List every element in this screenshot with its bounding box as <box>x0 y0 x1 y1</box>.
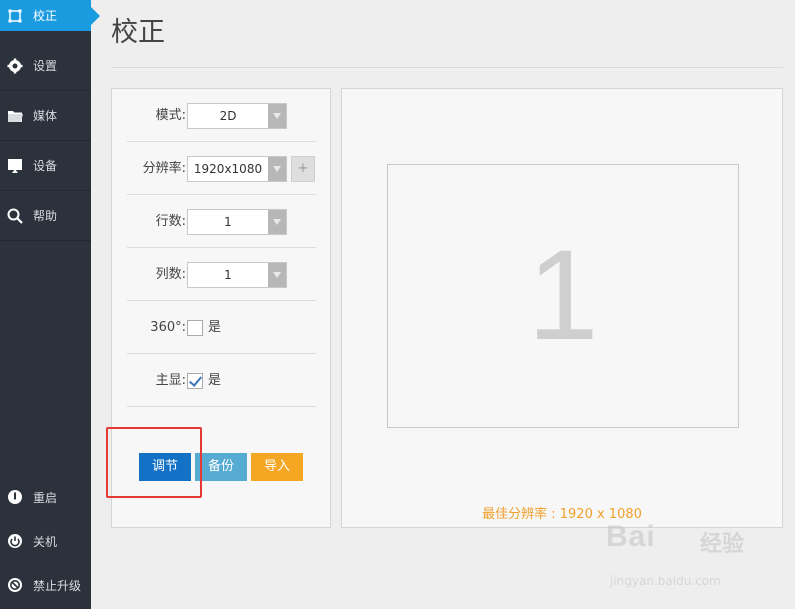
search-icon <box>0 208 30 224</box>
backup-button[interactable]: 备份 <box>195 453 247 481</box>
screen-preview[interactable]: 1 <box>387 164 739 428</box>
primary-row: 主显: 是 <box>127 354 316 407</box>
sidebar-item-settings[interactable]: 设置 <box>0 41 91 91</box>
chevron-down-icon[interactable] <box>268 263 286 287</box>
add-resolution-button[interactable]: + <box>291 156 315 182</box>
panorama-row: 360°: 是 <box>127 301 316 354</box>
import-button[interactable]: 导入 <box>251 453 303 481</box>
folder-icon <box>0 109 30 123</box>
cols-label: 列数: <box>155 267 186 282</box>
sidebar-item-label: 设备 <box>33 159 58 173</box>
sidebar-item-calibrate[interactable]: 校正 <box>0 0 100 31</box>
sidebar-item-media[interactable]: 媒体 <box>0 91 91 141</box>
sidebar-item-label: 关机 <box>33 534 58 549</box>
restart-icon <box>0 489 30 505</box>
mode-value: 2D <box>219 109 237 123</box>
preview-panel: 1 最佳分辨率 : 1920 x 1080 <box>341 88 783 528</box>
sidebar-item-restart[interactable]: 重启 <box>0 475 91 519</box>
primary-checkbox[interactable] <box>187 373 203 389</box>
watermark: Bai 经验 jingyan.baidu.com <box>606 520 756 600</box>
mode-label: 模式: <box>155 108 186 123</box>
chevron-down-icon[interactable] <box>268 157 286 181</box>
watermark-url: jingyan.baidu.com <box>610 574 721 588</box>
sidebar-item-help[interactable]: 帮助 <box>0 191 91 241</box>
resolution-value: 1920x1080 <box>193 162 263 176</box>
watermark-brand-cn: 经验 <box>700 532 745 557</box>
chevron-down-icon[interactable] <box>268 104 286 128</box>
mode-row: 模式: 2D <box>127 89 316 142</box>
sidebar-item-label: 媒体 <box>33 109 58 123</box>
power-icon <box>0 533 30 549</box>
resolution-label: 分辨率: <box>142 161 186 176</box>
sidebar-item-label: 设置 <box>33 59 58 73</box>
rows-select[interactable]: 1 <box>187 209 287 235</box>
cols-value: 1 <box>224 268 232 282</box>
mode-select[interactable]: 2D <box>187 103 287 129</box>
resolution-row: 分辨率: 1920x1080 + <box>127 142 316 195</box>
screen-number: 1 <box>527 224 599 367</box>
no-upgrade-icon <box>0 577 30 593</box>
sidebar: 校正 设置 媒体 设备 帮助 重启 关机 禁止升级 <box>0 0 100 609</box>
panorama-checkbox[interactable] <box>187 320 203 336</box>
sidebar-item-device[interactable]: 设备 <box>0 141 91 191</box>
cols-row: 列数: 1 <box>127 248 316 301</box>
primary-checkbox-label: 是 <box>208 373 222 388</box>
sidebar-item-label: 禁止升级 <box>33 578 82 593</box>
title-divider <box>111 67 783 68</box>
rows-value: 1 <box>224 215 232 229</box>
highlight-box <box>106 427 202 498</box>
panorama-label: 360°: <box>150 320 186 335</box>
chevron-down-icon[interactable] <box>268 210 286 234</box>
monitor-icon <box>0 158 30 174</box>
sidebar-item-label: 帮助 <box>33 209 58 223</box>
page-title: 校正 <box>111 17 165 48</box>
resolution-select[interactable]: 1920x1080 <box>187 156 287 182</box>
panorama-checkbox-label: 是 <box>208 320 222 335</box>
sidebar-item-no-upgrade[interactable]: 禁止升级 <box>0 563 91 607</box>
gear-icon <box>0 58 30 74</box>
watermark-brand: Bai <box>606 520 656 553</box>
sidebar-item-shutdown[interactable]: 关机 <box>0 519 91 563</box>
calibrate-icon <box>0 9 30 23</box>
rows-label: 行数: <box>155 214 186 229</box>
cols-select[interactable]: 1 <box>187 262 287 288</box>
primary-label: 主显: <box>155 373 186 388</box>
sidebar-item-label: 校正 <box>33 9 58 23</box>
rows-row: 行数: 1 <box>127 195 316 248</box>
sidebar-item-label: 重启 <box>33 490 58 505</box>
